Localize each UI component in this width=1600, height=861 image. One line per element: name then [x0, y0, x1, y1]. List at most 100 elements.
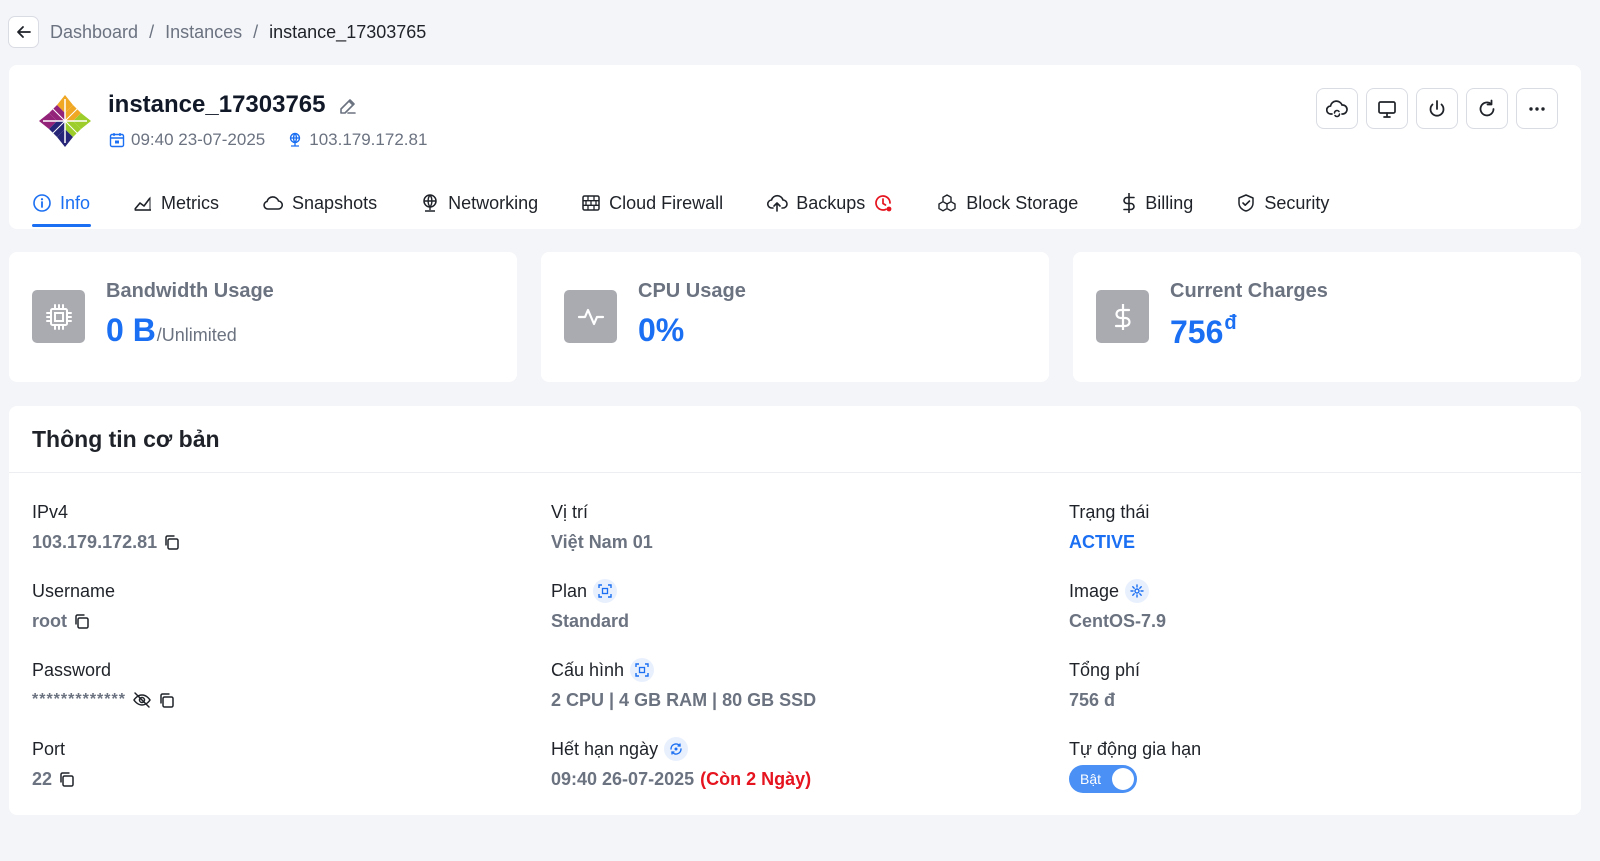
- tab-label: Networking: [448, 192, 539, 213]
- plan-label-text: Plan: [551, 580, 588, 601]
- tab-snapshots[interactable]: Snapshots: [262, 181, 399, 225]
- port-text: 22: [32, 768, 53, 789]
- tab-cloud-firewall[interactable]: Cloud Firewall: [581, 181, 745, 225]
- breadcrumb-instances[interactable]: Instances: [165, 22, 242, 43]
- image-value: CentOS-7.9: [1069, 610, 1167, 631]
- expiry-label-text: Hết hạn ngày: [551, 738, 659, 759]
- renew-icon[interactable]: [664, 737, 689, 761]
- tab-block-storage[interactable]: Block Storage: [936, 181, 1100, 225]
- bandwidth-amount: 0 B: [106, 312, 156, 348]
- config-field: Cấu hình 2 CPU | 4 GB RAM | 80 GB SSD: [551, 658, 816, 712]
- tab-label: Backups: [796, 192, 866, 213]
- config-label: Cấu hình: [551, 658, 816, 682]
- tab-networking[interactable]: Networking: [420, 181, 560, 225]
- scan-icon[interactable]: [593, 579, 618, 603]
- created-date-text: 09:40 23-07-2025: [131, 130, 266, 149]
- cpu-label: CPU Usage: [638, 280, 746, 302]
- ipv4-field: IPv4 103.179.172.81: [32, 500, 180, 554]
- edit-icon[interactable]: [338, 96, 358, 116]
- chart-icon: [134, 196, 152, 211]
- back-button[interactable]: [8, 16, 39, 48]
- copy-icon[interactable]: [163, 534, 180, 551]
- port-label: Port: [32, 738, 66, 759]
- instance-name: instance_17303765: [108, 91, 326, 118]
- instance-title: instance_17303765: [108, 91, 358, 119]
- password-label: Password: [32, 659, 112, 680]
- total-fee-value: 756 đ: [1069, 689, 1116, 710]
- cpu-chip-icon: [32, 290, 85, 343]
- instance-ip-text: 103.179.172.81: [309, 130, 428, 149]
- total-fee-label: Tổng phí: [1069, 659, 1141, 680]
- tab-label: Block Storage: [966, 192, 1079, 213]
- charges-value: 756 đ: [1170, 312, 1237, 351]
- toggle-label: Bật: [1080, 771, 1102, 787]
- copy-icon[interactable]: [58, 771, 75, 788]
- cpu-card: CPU Usage 0%: [541, 252, 1049, 382]
- arrow-left-icon: [16, 26, 31, 38]
- plan-label: Plan: [551, 579, 629, 603]
- tab-label: Cloud Firewall: [609, 192, 724, 213]
- username-text: root: [32, 610, 67, 631]
- breadcrumb-separator: /: [149, 21, 155, 42]
- location-value: Việt Nam 01: [551, 531, 653, 552]
- tab-security[interactable]: Security: [1236, 181, 1351, 225]
- globe-icon: [290, 132, 301, 147]
- username-label: Username: [32, 580, 116, 601]
- expiry-field: Hết hạn ngày 09:40 26-07-2025 (Còn 2 Ngà…: [551, 737, 811, 791]
- ipv4-label: IPv4: [32, 501, 69, 522]
- bandwidth-limit: /Unlimited: [156, 325, 237, 345]
- remaining-suffix: Ngày): [756, 768, 812, 789]
- created-date: 09:40 23-07-2025: [109, 130, 265, 150]
- power-button[interactable]: [1416, 88, 1458, 129]
- tab-label: Billing: [1145, 192, 1194, 213]
- image-label-text: Image: [1069, 580, 1120, 601]
- auto-renew-toggle[interactable]: Bật: [1069, 765, 1137, 793]
- copy-icon[interactable]: [158, 692, 175, 709]
- tab-label: Info: [60, 192, 91, 213]
- auto-renew-label: Tự động gia hạn: [1069, 738, 1202, 759]
- image-field: Image CentOS-7.9: [1069, 579, 1166, 633]
- config-value: 2 CPU | 4 GB RAM | 80 GB SSD: [551, 689, 817, 710]
- charges-card: Current Charges 756 đ: [1073, 252, 1581, 382]
- breadcrumb-dashboard[interactable]: Dashboard: [50, 22, 138, 43]
- instance-meta: 09:40 23-07-2025 103.179.172.81: [109, 130, 449, 150]
- auto-renew-value: Bật: [1069, 765, 1201, 793]
- bandwidth-value: 0 B /Unlimited: [106, 312, 237, 349]
- auto-renew-field: Tự động gia hạn Bật: [1069, 737, 1202, 793]
- more-button[interactable]: [1516, 88, 1558, 129]
- plan-value: Standard: [551, 610, 630, 631]
- copy-icon[interactable]: [73, 613, 90, 630]
- location-field: Vị trí Việt Nam 01: [551, 500, 653, 554]
- console-button[interactable]: [1366, 88, 1408, 129]
- bandwidth-card: Bandwidth Usage 0 B /Unlimited: [9, 252, 517, 382]
- tab-billing[interactable]: Billing: [1121, 181, 1215, 225]
- reboot-button[interactable]: [1466, 88, 1508, 129]
- gear-icon[interactable]: [1125, 579, 1150, 603]
- remaining-count: 2: [746, 768, 757, 789]
- password-masked: *************: [32, 691, 126, 708]
- image-label: Image: [1069, 579, 1166, 603]
- cloud-sync-icon: [1326, 99, 1348, 117]
- cloud-icon: [263, 196, 284, 210]
- tab-backups[interactable]: Backups: [766, 181, 915, 225]
- config-label-text: Cấu hình: [551, 659, 625, 680]
- dollar-icon: [1096, 290, 1149, 343]
- plan-field: Plan Standard: [551, 579, 629, 633]
- toggle-knob: [1112, 768, 1134, 790]
- tab-info[interactable]: Info: [32, 181, 112, 227]
- cpu-value: 0%: [638, 312, 685, 348]
- scan-icon[interactable]: [630, 658, 655, 682]
- tab-label: Metrics: [161, 192, 220, 213]
- instance-ip: 103.179.172.81: [287, 130, 427, 150]
- cloud-sync-button[interactable]: [1316, 88, 1358, 129]
- dollar-icon: [1123, 193, 1136, 213]
- divider: [9, 472, 1581, 473]
- section-title: Thông tin cơ bản: [32, 426, 220, 452]
- instance-actions: [1316, 88, 1558, 129]
- eye-off-icon[interactable]: [132, 691, 152, 709]
- instance-header-card: instance_17303765 09:40 23-07-2025 103.1…: [9, 65, 1581, 229]
- clock-alert-icon: [875, 195, 892, 212]
- boxes-icon: [938, 194, 956, 212]
- calendar-icon: [109, 133, 125, 148]
- tab-metrics[interactable]: Metrics: [133, 181, 241, 225]
